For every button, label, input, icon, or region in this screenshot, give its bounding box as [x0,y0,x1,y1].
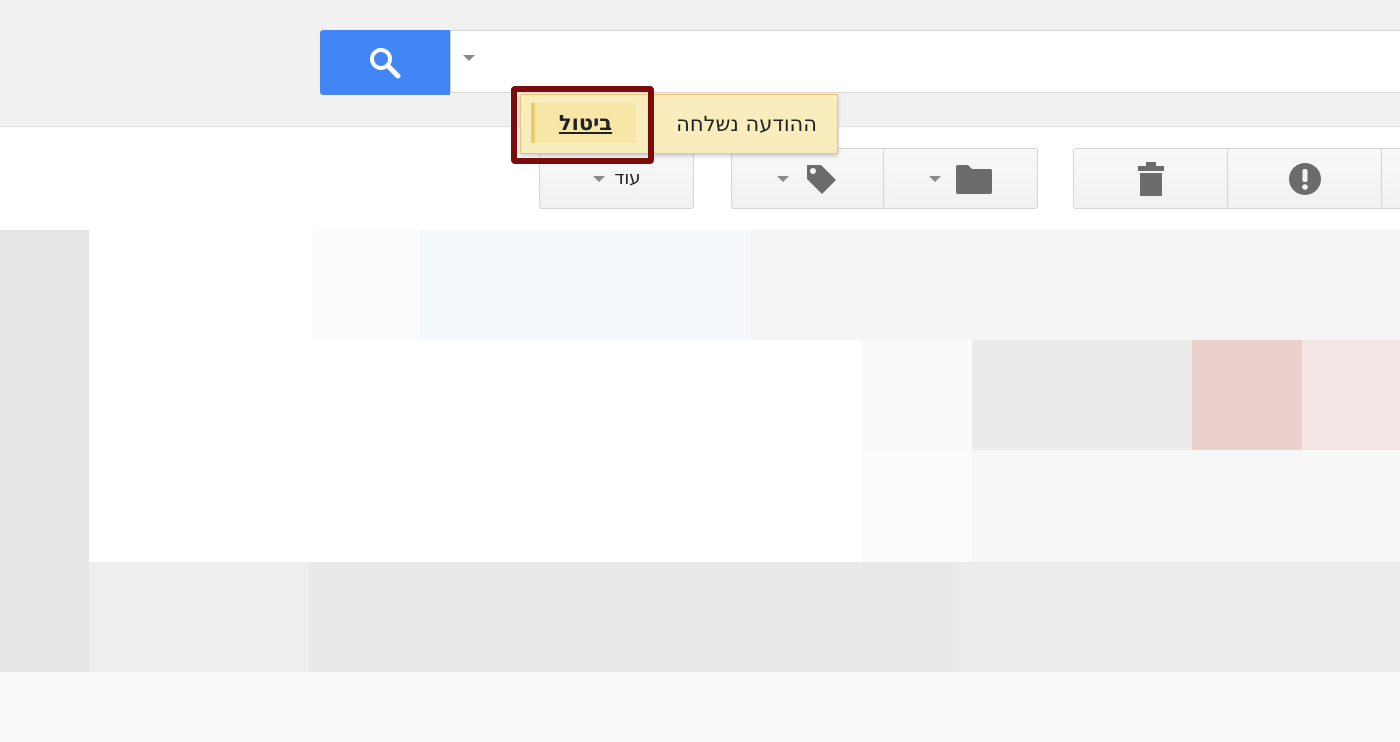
list-footer [0,672,1400,742]
delete-button[interactable] [1073,148,1228,209]
tag-icon [806,164,836,194]
undo-highlight-frame [511,86,654,164]
more-label: עוד [614,168,641,189]
chevron-down-icon [592,175,605,182]
search-input[interactable] [450,30,1400,93]
list-item[interactable] [89,450,1400,562]
message-list [0,230,1400,742]
archive-button[interactable] [1382,148,1400,209]
list-item[interactable] [89,340,1400,450]
list-item[interactable] [89,230,1400,340]
search-icon [370,47,401,78]
folder-icon [955,164,992,194]
chevron-down-icon [776,175,789,182]
search-button[interactable] [320,30,450,95]
labels-button[interactable] [731,148,884,209]
chevron-down-icon [928,175,941,182]
list-item[interactable] [0,562,1400,672]
trash-icon [1137,161,1164,196]
exclamation-icon [1288,162,1321,195]
move-to-button[interactable] [884,148,1038,209]
toast-message: ההודעה נשלחה [676,112,817,136]
search-options-caret-icon[interactable] [463,55,475,61]
report-spam-button[interactable] [1228,148,1382,209]
